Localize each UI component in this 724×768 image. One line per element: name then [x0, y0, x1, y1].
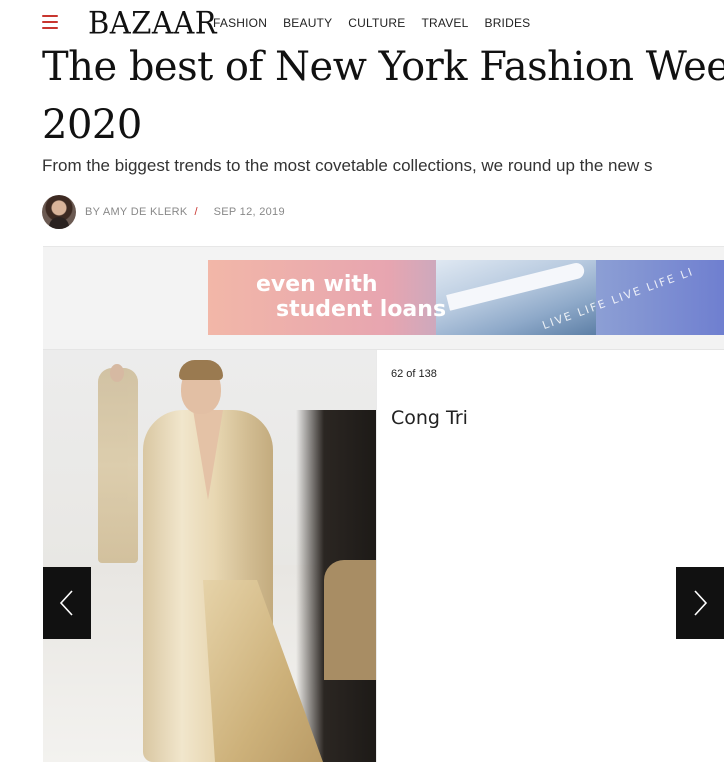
- ad-container: even with student loans LIVE LIFE LIVE L…: [43, 246, 724, 350]
- headline-line-1: The best of New York Fashion Week spr: [42, 44, 724, 90]
- article-headline: The best of New York Fashion Week spr 20…: [42, 38, 724, 154]
- slide-counter: 62 of 138: [391, 368, 437, 380]
- chevron-right-icon: [694, 590, 708, 616]
- main-nav: FASHION BEAUTY CULTURE TRAVEL BRIDES: [213, 16, 530, 30]
- slide-caption-panel: 62 of 138 Cong Tri: [376, 350, 724, 762]
- slide-title: Cong Tri: [391, 407, 468, 429]
- publish-date: SEP 12, 2019: [213, 206, 285, 218]
- nav-beauty[interactable]: BEAUTY: [283, 16, 332, 30]
- article-page: BAZAAR FASHION BEAUTY CULTURE TRAVEL BRI…: [0, 0, 724, 768]
- nav-brides[interactable]: BRIDES: [484, 16, 530, 30]
- site-logo[interactable]: BAZAAR: [88, 4, 217, 42]
- author-avatar[interactable]: [42, 195, 76, 229]
- ad-line-2: student loans: [276, 297, 447, 322]
- article-byline: BY AMY DE KLERK / SEP 12, 2019: [42, 195, 285, 229]
- article-dek: From the biggest trends to the most cove…: [42, 156, 653, 175]
- runway-photo[interactable]: [43, 350, 376, 762]
- hamburger-menu-icon[interactable]: [42, 15, 58, 29]
- ad-headline: even with student loans: [256, 272, 446, 322]
- byline-separator: /: [194, 206, 198, 218]
- site-header: BAZAAR FASHION BEAUTY CULTURE TRAVEL BRI…: [0, 0, 724, 46]
- slideshow: 62 of 138 Cong Tri: [43, 349, 724, 768]
- author-name[interactable]: BY AMY DE KLERK: [85, 206, 188, 218]
- ad-banner[interactable]: even with student loans LIVE LIFE LIVE L…: [208, 260, 724, 335]
- next-slide-button[interactable]: [676, 567, 724, 639]
- prev-slide-button[interactable]: [43, 567, 91, 639]
- airplane-wing-image: [436, 260, 596, 335]
- nav-culture[interactable]: CULTURE: [348, 16, 405, 30]
- nav-travel[interactable]: TRAVEL: [421, 16, 468, 30]
- ad-line-1: even with: [256, 272, 378, 297]
- nav-fashion[interactable]: FASHION: [213, 16, 267, 30]
- chevron-left-icon: [59, 590, 73, 616]
- headline-line-2: 2020: [42, 102, 142, 148]
